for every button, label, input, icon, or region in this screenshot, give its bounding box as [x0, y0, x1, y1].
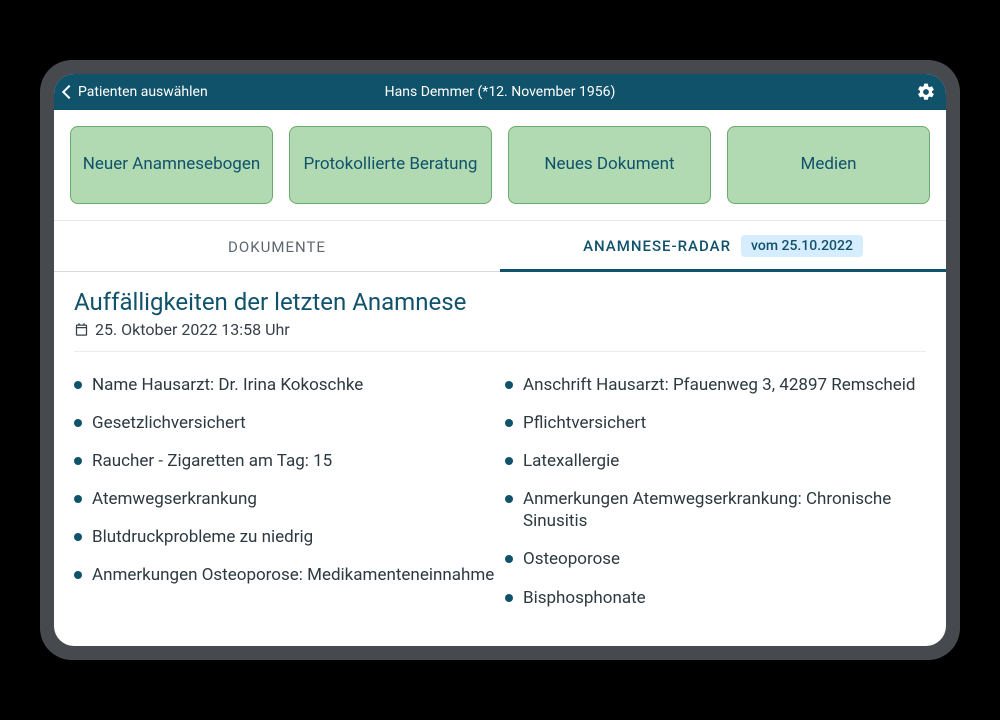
- new-document-button[interactable]: Neues Dokument: [508, 126, 711, 204]
- section-title: Auffälligkeiten der letzten Anamnese: [74, 288, 926, 316]
- bullet-icon: [74, 419, 82, 427]
- radar-content: Auffälligkeiten der letzten Anamnese 25.…: [54, 272, 946, 646]
- app-screen: Patienten auswählen Hans Demmer (*12. No…: [54, 74, 946, 646]
- finding-item: Anmerkungen Atemwegserkrankung: Chronisc…: [505, 480, 926, 540]
- finding-item: Atemwegserkrankung: [74, 480, 495, 518]
- tab-radar-label: ANAMNESE-RADAR: [583, 237, 731, 255]
- back-button[interactable]: Patienten auswählen: [64, 84, 208, 100]
- consultation-label: Protokollierte Beratung: [304, 154, 478, 175]
- bullet-icon: [74, 381, 82, 389]
- calendar-icon: [74, 322, 89, 337]
- media-button[interactable]: Medien: [727, 126, 930, 204]
- finding-text: Name Hausarzt: Dr. Irina Kokoschke: [92, 374, 363, 396]
- bullet-icon: [505, 419, 513, 427]
- tab-documents[interactable]: DOKUMENTE: [54, 221, 500, 272]
- finding-text: Blutdruckprobleme zu niedrig: [92, 526, 313, 548]
- finding-item: Osteoporose: [505, 540, 926, 578]
- quick-actions-row: Neuer Anamnesebogen Protokollierte Berat…: [54, 110, 946, 221]
- finding-item: Bisphosphonate: [505, 579, 926, 617]
- finding-item: Name Hausarzt: Dr. Irina Kokoschke: [74, 366, 495, 404]
- tab-bar: DOKUMENTE ANAMNESE-RADAR vom 25.10.2022: [54, 221, 946, 272]
- tab-radar-date-badge: vom 25.10.2022: [741, 235, 863, 257]
- finding-item: Raucher - Zigaretten am Tag: 15: [74, 442, 495, 480]
- bullet-icon: [74, 495, 82, 503]
- finding-text: Anschrift Hausarzt: Pfauenweg 3, 42897 R…: [523, 374, 915, 396]
- finding-item: Pflichtversichert: [505, 404, 926, 442]
- finding-item: Latexallergie: [505, 442, 926, 480]
- bullet-icon: [505, 381, 513, 389]
- finding-text: Anmerkungen Osteoporose: Medikamentenein…: [92, 564, 494, 586]
- gear-icon: [916, 82, 936, 102]
- new-anamnesis-label: Neuer Anamnesebogen: [83, 154, 261, 175]
- top-navigation-bar: Patienten auswählen Hans Demmer (*12. No…: [54, 74, 946, 110]
- bullet-icon: [74, 457, 82, 465]
- chevron-left-icon: [62, 85, 76, 99]
- tablet-frame: Patienten auswählen Hans Demmer (*12. No…: [40, 60, 960, 660]
- settings-button[interactable]: [916, 82, 936, 102]
- finding-text: Latexallergie: [523, 450, 619, 472]
- finding-text: Bisphosphonate: [523, 587, 646, 609]
- back-label: Patienten auswählen: [78, 84, 208, 100]
- tab-documents-label: DOKUMENTE: [228, 238, 326, 256]
- findings-list: Name Hausarzt: Dr. Irina Kokoschke Gesetz…: [74, 366, 926, 617]
- bullet-icon: [74, 571, 82, 579]
- section-timestamp: 25. Oktober 2022 13:58 Uhr: [74, 320, 926, 352]
- finding-item: Gesetzlichversichert: [74, 404, 495, 442]
- timestamp-text: 25. Oktober 2022 13:58 Uhr: [95, 320, 290, 339]
- finding-item: Anschrift Hausarzt: Pfauenweg 3, 42897 R…: [505, 366, 926, 404]
- bullet-icon: [505, 594, 513, 602]
- finding-text: Anmerkungen Atemwegserkrankung: Chronisc…: [523, 488, 926, 532]
- new-anamnesis-button[interactable]: Neuer Anamnesebogen: [70, 126, 273, 204]
- bullet-icon: [505, 495, 513, 503]
- tab-anamnese-radar[interactable]: ANAMNESE-RADAR vom 25.10.2022: [500, 221, 946, 272]
- bullet-icon: [505, 457, 513, 465]
- finding-text: Pflichtversichert: [523, 412, 646, 434]
- bullet-icon: [74, 533, 82, 541]
- new-document-label: Neues Dokument: [544, 154, 674, 175]
- consultation-button[interactable]: Protokollierte Beratung: [289, 126, 492, 204]
- media-label: Medien: [801, 154, 857, 175]
- finding-text: Osteoporose: [523, 548, 620, 570]
- finding-text: Atemwegserkrankung: [92, 488, 257, 510]
- finding-item: Blutdruckprobleme zu niedrig: [74, 518, 495, 556]
- finding-item: Anmerkungen Osteoporose: Medikamentenein…: [74, 556, 495, 594]
- finding-text: Gesetzlichversichert: [92, 412, 246, 434]
- bullet-icon: [505, 555, 513, 563]
- finding-text: Raucher - Zigaretten am Tag: 15: [92, 450, 332, 472]
